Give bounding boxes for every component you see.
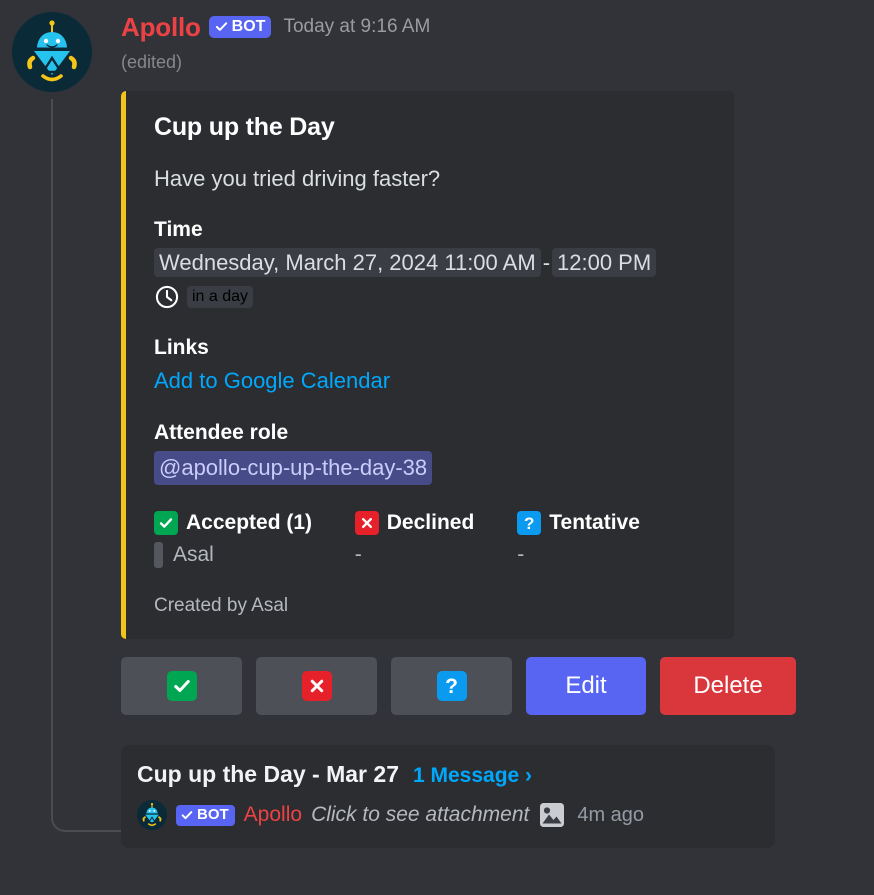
thread-message-time: 4m ago bbox=[577, 803, 645, 826]
bot-badge-label: BOT bbox=[231, 17, 266, 35]
event-start-time: Wednesday, March 27, 2024 11:00 AM bbox=[154, 248, 541, 277]
rsvp-column-accepted: Accepted (1) Asal bbox=[154, 511, 355, 569]
member-avatar bbox=[154, 542, 163, 569]
field-links-value: Add to Google Calendar bbox=[154, 366, 718, 396]
rsvp-declined-label: Declined bbox=[386, 511, 475, 535]
decline-button[interactable] bbox=[256, 657, 377, 716]
field-time: Time Wednesday, March 27, 2024 11:00 AM -… bbox=[154, 218, 718, 310]
question-mark-emoji-icon: ? bbox=[436, 671, 467, 702]
message-body: Apollo BOT Today at 9:16 AM (edited) Cup… bbox=[121, 10, 874, 849]
embed-title: Cup up the Day bbox=[154, 113, 335, 141]
thread-author-avatar bbox=[137, 800, 167, 831]
edit-button[interactable]: Edit bbox=[526, 657, 646, 716]
rsvp-declined-header: Declined bbox=[354, 511, 517, 536]
message-timestamp: Today at 9:16 AM bbox=[283, 16, 431, 37]
event-embed: Cup up the Day Have you tried driving fa… bbox=[121, 91, 734, 640]
rsvp-tentative-list: - bbox=[517, 543, 525, 567]
thread-bot-badge-label: BOT bbox=[197, 806, 229, 824]
apollo-robot-logo-icon bbox=[137, 800, 167, 831]
picture-icon bbox=[538, 801, 566, 829]
rsvp-accepted-member: Asal bbox=[173, 543, 214, 567]
tentative-button[interactable]: ? bbox=[391, 657, 512, 716]
rsvp-accepted-list: Asal bbox=[154, 541, 355, 569]
delete-button[interactable]: Delete bbox=[660, 657, 796, 716]
rsvp-accepted-header: Accepted (1) bbox=[154, 511, 355, 536]
accept-button[interactable] bbox=[121, 657, 242, 716]
relative-time-row: in a day bbox=[154, 284, 718, 310]
field-links: Links Add to Google Calendar bbox=[154, 336, 718, 396]
embed-description: Have you tried driving faster? bbox=[154, 166, 441, 191]
role-mention[interactable]: @apollo-cup-up-the-day-38 bbox=[154, 451, 433, 486]
add-to-google-calendar-link[interactable]: Add to Google Calendar bbox=[154, 368, 390, 393]
time-range-separator: - bbox=[542, 250, 551, 275]
action-buttons: ? Edit Delete bbox=[121, 657, 862, 716]
verified-check-icon bbox=[180, 808, 194, 822]
rsvp-columns: Accepted (1) Asal Declined - ? Tentative… bbox=[154, 511, 718, 569]
field-attendee-role-value: @apollo-cup-up-the-day-38 bbox=[154, 451, 718, 486]
rsvp-column-tentative: ? Tentative - bbox=[517, 511, 718, 569]
thread-preview[interactable]: Cup up the Day - Mar 27 1 Message › BOT … bbox=[121, 745, 775, 849]
cross-mark-emoji-icon bbox=[354, 511, 379, 536]
message-author[interactable]: Apollo bbox=[121, 12, 201, 43]
thread-message-author[interactable]: Apollo bbox=[244, 803, 302, 827]
thread-name[interactable]: Cup up the Day - Mar 27 bbox=[137, 761, 399, 788]
rsvp-tentative-header: ? Tentative bbox=[517, 511, 718, 536]
message-apollo: Apollo BOT Today at 9:16 AM (edited) Cup… bbox=[0, 0, 874, 849]
question-mark-emoji-icon: ? bbox=[517, 511, 542, 536]
thread-last-message: BOT Apollo Click to see attachment 4m ag… bbox=[137, 800, 757, 831]
relative-time: in a day bbox=[187, 285, 254, 308]
thread-header: Cup up the Day - Mar 27 1 Message › bbox=[137, 761, 757, 788]
verified-check-icon bbox=[214, 19, 229, 34]
field-attendee-role-label: Attendee role bbox=[154, 421, 289, 445]
avatar[interactable] bbox=[12, 12, 92, 92]
clock-icon bbox=[154, 284, 180, 310]
field-links-label: Links bbox=[154, 335, 209, 359]
cross-mark-emoji-icon bbox=[301, 671, 332, 702]
embed-footer: Created by Asal bbox=[154, 595, 289, 617]
rsvp-declined-list: - bbox=[354, 543, 362, 567]
thread-preview-text: Click to see attachment bbox=[311, 803, 530, 827]
edited-marker: (edited) bbox=[121, 52, 183, 72]
apollo-robot-logo-icon bbox=[12, 12, 92, 92]
white-check-mark-emoji-icon bbox=[154, 511, 178, 536]
thread-bot-badge: BOT bbox=[176, 804, 235, 826]
field-time-label: Time bbox=[154, 218, 203, 241]
rsvp-tentative-label: Tentative bbox=[549, 511, 640, 535]
field-time-value: Wednesday, March 27, 2024 11:00 AM -12:00… bbox=[154, 248, 718, 278]
thread-message-count[interactable]: 1 Message › bbox=[413, 764, 532, 788]
rsvp-accepted-label: Accepted (1) bbox=[186, 511, 313, 535]
field-attendee-role: Attendee role @apollo-cup-up-the-day-38 bbox=[154, 421, 718, 486]
white-check-mark-emoji-icon bbox=[166, 671, 197, 702]
event-end-time: 12:00 PM bbox=[552, 248, 657, 277]
bot-badge: BOT bbox=[208, 16, 272, 38]
rsvp-column-declined: Declined - bbox=[354, 511, 517, 569]
message-header: Apollo BOT Today at 9:16 AM bbox=[121, 10, 862, 44]
